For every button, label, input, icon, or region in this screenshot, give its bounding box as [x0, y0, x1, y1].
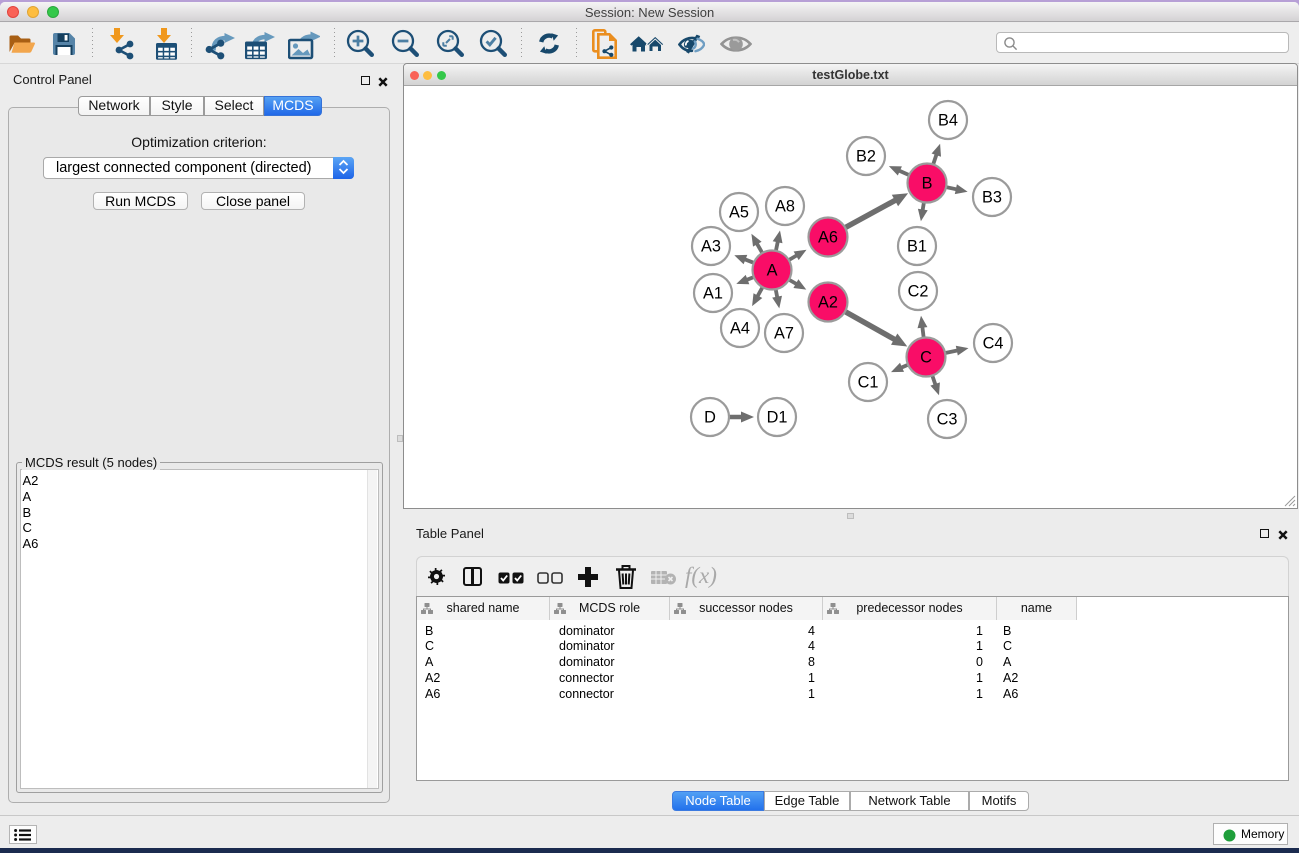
svg-text:C2: C2 — [908, 283, 929, 301]
svg-text:A6: A6 — [818, 229, 838, 247]
svg-text:C4: C4 — [983, 335, 1004, 353]
svg-text:A7: A7 — [774, 325, 794, 343]
svg-text:A4: A4 — [730, 320, 750, 338]
svg-text:C1: C1 — [858, 374, 879, 392]
svg-text:A5: A5 — [729, 204, 749, 222]
svg-text:D: D — [704, 409, 716, 427]
svg-text:C3: C3 — [937, 411, 958, 429]
svg-text:B: B — [922, 175, 933, 193]
svg-text:A2: A2 — [818, 294, 838, 312]
svg-text:C: C — [920, 349, 932, 367]
svg-text:B3: B3 — [982, 189, 1002, 207]
svg-text:B1: B1 — [907, 238, 927, 256]
svg-text:A3: A3 — [701, 238, 721, 256]
svg-text:B2: B2 — [856, 148, 876, 166]
svg-text:A8: A8 — [775, 198, 795, 216]
svg-text:D1: D1 — [767, 409, 788, 427]
svg-text:A1: A1 — [703, 285, 723, 303]
svg-text:B4: B4 — [938, 112, 958, 130]
svg-text:A: A — [767, 262, 778, 280]
